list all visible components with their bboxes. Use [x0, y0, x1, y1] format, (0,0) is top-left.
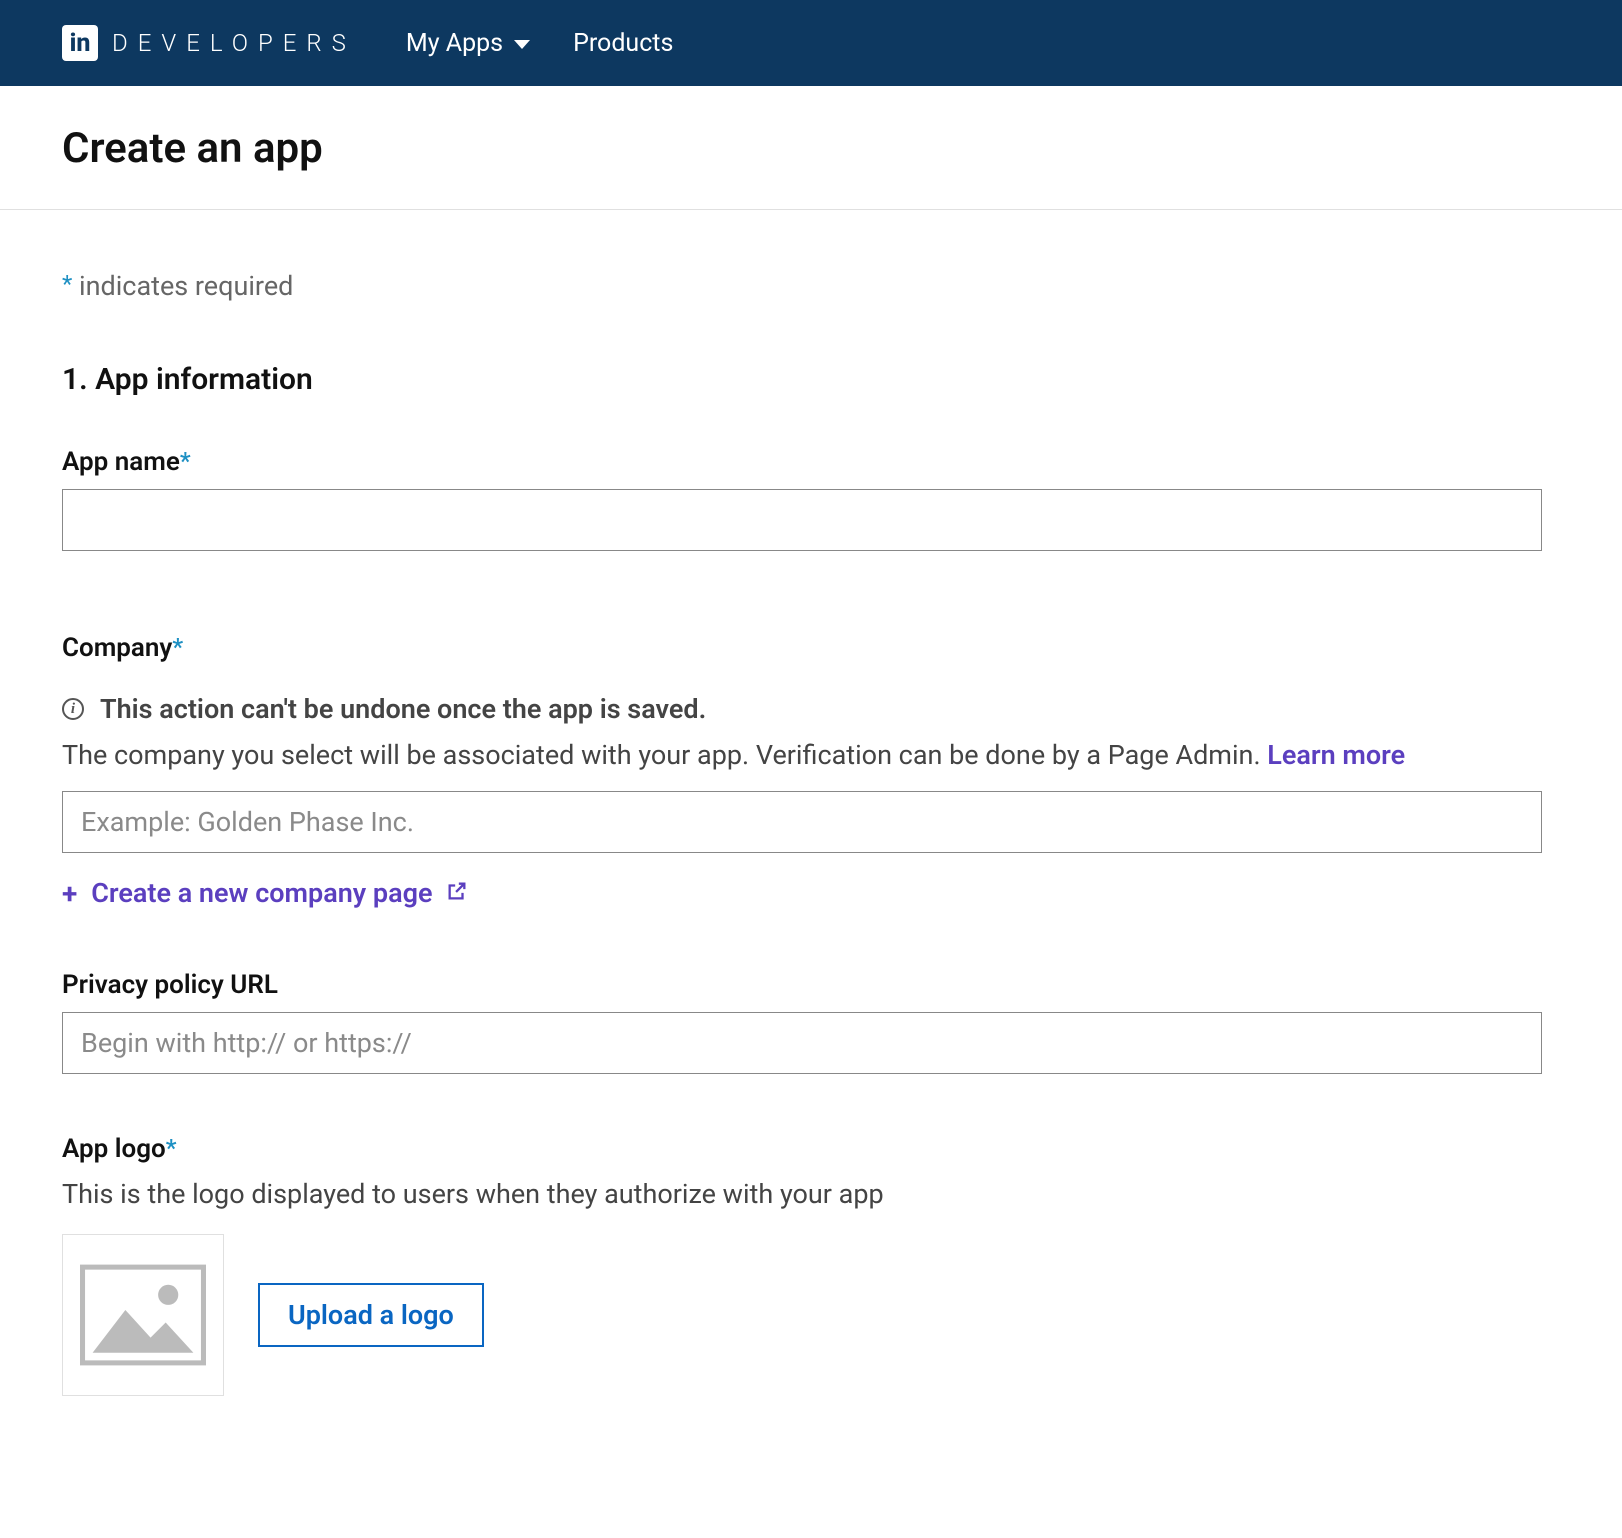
company-warning-row: i This action can't be undone once the a…: [62, 693, 1560, 725]
field-privacy-url: Privacy policy URL: [62, 970, 1560, 1074]
nav-item-my-apps[interactable]: My Apps: [406, 29, 531, 58]
required-indicator-text: indicates required: [72, 270, 293, 302]
info-icon: i: [62, 698, 84, 720]
label-privacy-url: Privacy policy URL: [62, 970, 1560, 1000]
linkedin-logo-icon: in: [62, 25, 98, 61]
chevron-down-icon: [513, 29, 531, 58]
nav-items: My Apps Products: [406, 29, 715, 58]
logo-row: Upload a logo: [62, 1234, 1560, 1396]
label-text: App name: [62, 447, 180, 477]
create-company-label: Create a new company page: [91, 877, 432, 909]
field-app-logo: App logo* This is the logo displayed to …: [62, 1134, 1560, 1396]
field-app-name: App name*: [62, 447, 1560, 551]
label-text: Company: [62, 633, 172, 663]
section-title: 1. App information: [62, 362, 1560, 397]
top-nav: in DEVELOPERS My Apps Products: [0, 0, 1622, 86]
nav-item-label: My Apps: [406, 29, 503, 58]
external-link-icon: [446, 877, 468, 909]
company-input[interactable]: [62, 791, 1542, 853]
brand[interactable]: in DEVELOPERS: [62, 25, 356, 61]
create-company-page-link[interactable]: + Create a new company page: [62, 877, 468, 910]
page-title: Create an app: [62, 124, 1560, 173]
label-app-logo: App logo*: [62, 1134, 1560, 1164]
company-help-body: The company you select will be associate…: [62, 739, 1267, 771]
upload-logo-button[interactable]: Upload a logo: [258, 1283, 484, 1347]
label-app-name: App name*: [62, 447, 1560, 477]
required-asterisk-icon: *: [180, 447, 191, 475]
learn-more-link[interactable]: Learn more: [1267, 739, 1405, 771]
required-indicator: * indicates required: [62, 270, 1560, 302]
label-company: Company*: [62, 633, 1560, 663]
nav-item-label: Products: [573, 29, 673, 58]
company-help-text: The company you select will be associate…: [62, 737, 1560, 775]
app-name-input[interactable]: [62, 489, 1542, 551]
label-text: Privacy policy URL: [62, 970, 278, 1000]
page-header: Create an app: [0, 86, 1622, 210]
required-asterisk-icon: *: [172, 633, 183, 661]
brand-text: DEVELOPERS: [112, 29, 356, 57]
image-placeholder-icon: [80, 1262, 206, 1368]
logo-help-text: This is the logo displayed to users when…: [62, 1176, 1560, 1214]
nav-item-products[interactable]: Products: [573, 29, 673, 58]
form-content: * indicates required 1. App information …: [0, 210, 1622, 1538]
plus-icon: +: [62, 877, 77, 910]
asterisk-icon: *: [62, 270, 72, 298]
required-asterisk-icon: *: [166, 1134, 177, 1162]
privacy-url-input[interactable]: [62, 1012, 1542, 1074]
logo-placeholder: [62, 1234, 224, 1396]
field-company: Company* i This action can't be undone o…: [62, 633, 1560, 910]
label-text: App logo: [62, 1134, 166, 1164]
company-warning-text: This action can't be undone once the app…: [100, 693, 706, 725]
